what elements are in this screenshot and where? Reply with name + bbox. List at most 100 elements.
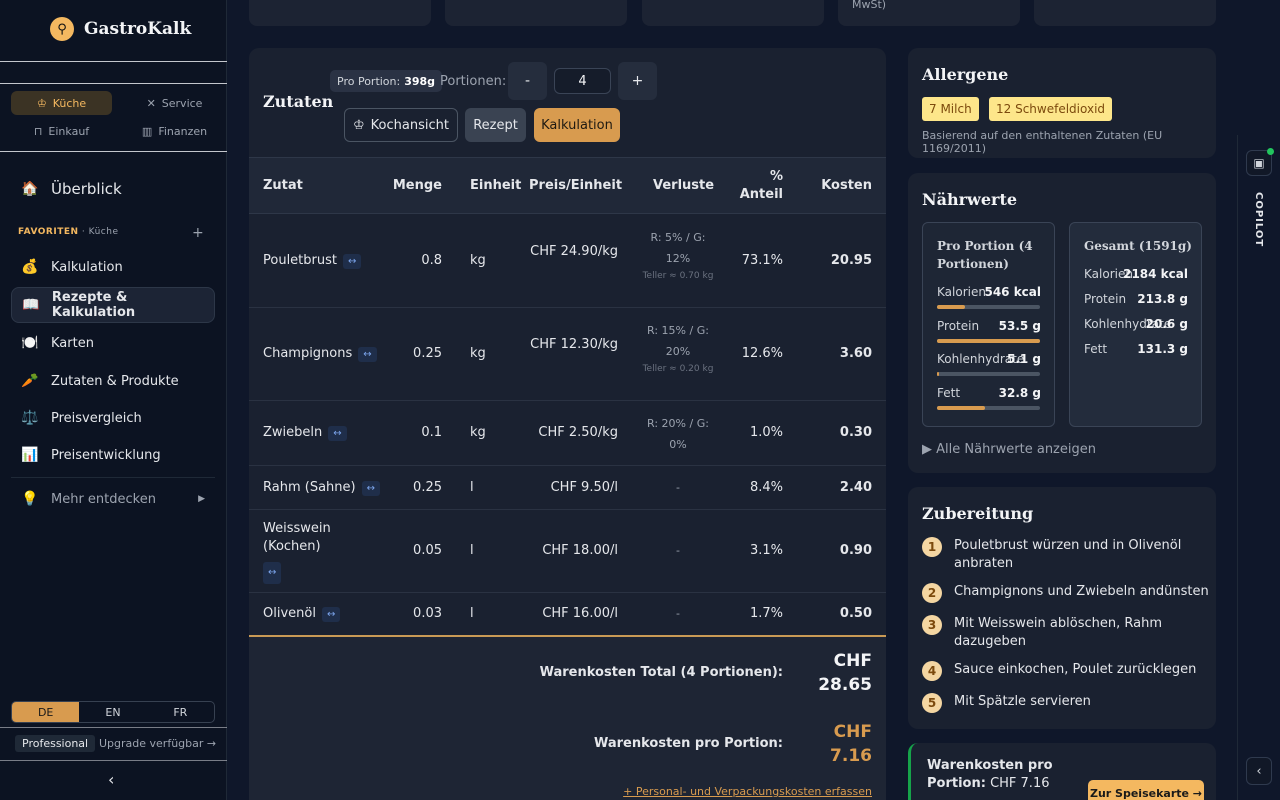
nutrient-label: Fett bbox=[1084, 342, 1108, 356]
per-portion-title: Pro Portion (4 Portionen) bbox=[937, 239, 1033, 271]
swap-icon[interactable]: ↔ bbox=[321, 607, 341, 622]
prep-step: 3 Mit Weisswein ablöschen, Rahm dazugeben bbox=[922, 615, 1212, 651]
scale-icon: ⚖️ bbox=[21, 410, 39, 426]
book-icon: 📖 bbox=[22, 297, 40, 313]
decrease-portions-button[interactable]: - bbox=[508, 62, 547, 100]
ingredient-price: CHF 16.00/l bbox=[542, 606, 618, 621]
ingredient-name[interactable]: Weisswein (Kochen) ↔ bbox=[263, 520, 343, 584]
summary-card bbox=[445, 0, 627, 26]
nav-preisentwicklung[interactable]: 📊 Preisentwicklung bbox=[11, 437, 215, 473]
utensils-icon: ✕ bbox=[146, 96, 156, 110]
cart-icon: ⊓ bbox=[33, 124, 43, 138]
ingredient-price: CHF 18.00/l bbox=[542, 543, 618, 558]
copilot-label[interactable]: COPILOT bbox=[1253, 192, 1264, 247]
to-menu-button[interactable]: Zur Speisekarte → bbox=[1088, 780, 1204, 800]
divider bbox=[0, 83, 227, 84]
nav-more[interactable]: 💡 Mehr entdecken ▶ bbox=[11, 481, 215, 517]
view-calculation-button[interactable]: Kalkulation bbox=[534, 108, 620, 142]
mode-service[interactable]: ✕ Service bbox=[124, 91, 225, 115]
ingredient-qty[interactable]: 0.03 bbox=[389, 606, 442, 621]
mode-finanzen[interactable]: ▥ Finanzen bbox=[124, 119, 225, 143]
increase-portions-button[interactable]: + bbox=[618, 62, 657, 100]
upgrade-link[interactable]: Upgrade verfügbar → bbox=[99, 737, 216, 750]
nutrition-per-portion: Pro Portion (4 Portionen) Kalorien 546 k… bbox=[922, 222, 1055, 427]
nav-preisvergleich[interactable]: ⚖️ Preisvergleich bbox=[11, 400, 215, 436]
chef-hat-icon: ♔ bbox=[353, 117, 365, 133]
ingredient-share: 8.4% bbox=[749, 480, 783, 495]
ingredient-loss[interactable]: - bbox=[638, 540, 718, 561]
nutrient-value: 32.8 g bbox=[998, 386, 1041, 400]
total-title: Gesamt (1591g) bbox=[1084, 239, 1192, 253]
totals-section: Warenkosten Total (4 Portionen): CHF 28.6… bbox=[249, 635, 886, 800]
ingredient-qty[interactable]: 0.25 bbox=[389, 346, 442, 361]
swap-icon[interactable]: ↔ bbox=[361, 481, 380, 496]
chevron-left-icon[interactable]: ‹ bbox=[1246, 757, 1272, 785]
swap-icon[interactable]: ↔ bbox=[328, 426, 347, 441]
nutrition-title: Nährwerte bbox=[922, 190, 1018, 209]
chart-icon: 📊 bbox=[21, 447, 39, 463]
ingredient-share: 73.1% bbox=[741, 253, 783, 268]
col-preis[interactable]: Preis/Einheit bbox=[529, 178, 622, 193]
plate-icon: 🍽️ bbox=[21, 335, 39, 351]
lightbulb-icon: 💡 bbox=[21, 491, 39, 507]
portions-label: Portionen: bbox=[440, 74, 507, 89]
allergens-title: Allergene bbox=[922, 65, 1009, 84]
show-all-nutrients-toggle[interactable]: ▶ Alle Nährwerte anzeigen bbox=[922, 442, 1096, 457]
copilot-divider bbox=[1237, 135, 1238, 800]
col-verluste[interactable]: Verluste bbox=[653, 178, 714, 193]
favorites-heading: FAVORITEN · Küche bbox=[18, 227, 119, 237]
ingredient-cost: 0.50 bbox=[839, 606, 872, 621]
nutrient-value: 131.3 g bbox=[1137, 342, 1188, 356]
col-anteil[interactable]: % Anteil bbox=[733, 168, 783, 204]
total-label: Warenkosten Total (4 Portionen): bbox=[539, 665, 783, 680]
swap-icon[interactable]: ↔ bbox=[342, 254, 362, 269]
app-logo[interactable]: ⚲ GastroKalk bbox=[50, 17, 191, 41]
chef-hat-icon: ♔ bbox=[36, 96, 47, 110]
mode-kueche[interactable]: ♔ Küche bbox=[11, 91, 112, 115]
portions-input[interactable]: 4 bbox=[554, 68, 611, 94]
ingredient-loss[interactable]: R: 20% / G: 0% bbox=[638, 413, 718, 455]
col-menge[interactable]: Menge bbox=[389, 178, 442, 193]
col-zutat[interactable]: Zutat bbox=[263, 178, 303, 193]
nav-overview[interactable]: 🏠 Überblick bbox=[11, 171, 215, 207]
nutrition-total: Gesamt (1591g) Kalorien 2184 kcal Protei… bbox=[1069, 222, 1202, 427]
col-einheit[interactable]: Einheit bbox=[470, 178, 521, 193]
prep-step: 2 Champignons und Zwiebeln andünsten bbox=[922, 583, 1212, 603]
collapse-sidebar-icon[interactable]: ‹ bbox=[108, 770, 114, 789]
view-recipe-button[interactable]: Rezept bbox=[465, 108, 526, 142]
divider bbox=[0, 61, 227, 62]
lang-fr[interactable]: FR bbox=[147, 702, 214, 722]
nav-karten[interactable]: 🍽️ Karten bbox=[11, 325, 215, 361]
ingredient-name[interactable]: Zwiebeln ↔ bbox=[263, 425, 347, 441]
swap-icon[interactable]: ↔ bbox=[263, 562, 282, 584]
ingredient-loss[interactable]: R: 15% / G: 20% Teller ≈ 0.20 kg bbox=[638, 320, 718, 376]
ingredient-qty[interactable]: 0.1 bbox=[389, 425, 442, 440]
ingredient-name[interactable]: Olivenöl ↔ bbox=[263, 606, 341, 622]
mode-einkauf[interactable]: ⊓ Einkauf bbox=[11, 119, 112, 143]
ingredient-unit: kg bbox=[470, 425, 486, 440]
lang-en[interactable]: EN bbox=[79, 702, 146, 722]
preparation-title: Zubereitung bbox=[922, 504, 1034, 523]
ingredient-loss[interactable]: R: 5% / G: 12% Teller ≈ 0.70 kg bbox=[638, 227, 718, 283]
view-cooking-button[interactable]: ♔ Kochansicht bbox=[344, 108, 458, 142]
nav-zutaten[interactable]: 🥕 Zutaten & Produkte bbox=[11, 363, 215, 399]
ingredient-loss[interactable]: - bbox=[638, 603, 718, 624]
col-kosten[interactable]: Kosten bbox=[809, 178, 872, 193]
summary-card bbox=[249, 0, 431, 26]
nav-kalkulation[interactable]: 💰 Kalkulation bbox=[11, 249, 215, 285]
lang-de[interactable]: DE bbox=[12, 702, 80, 722]
ingredient-qty[interactable]: 0.05 bbox=[389, 543, 442, 558]
ingredient-name[interactable]: Champignons ↔ bbox=[263, 346, 377, 362]
app-name: GastroKalk bbox=[84, 19, 192, 39]
ingredient-name[interactable]: Pouletbrust ↔ bbox=[263, 253, 362, 269]
swap-icon[interactable]: ↔ bbox=[358, 347, 377, 362]
add-costs-link[interactable]: + Personal- und Verpackungskosten erfass… bbox=[623, 785, 872, 798]
add-favorite-button[interactable]: + bbox=[192, 225, 204, 241]
ingredient-qty[interactable]: 0.8 bbox=[389, 253, 442, 268]
ingredient-loss[interactable]: - bbox=[638, 477, 718, 498]
ingredient-name[interactable]: Rahm (Sahne) ↔ bbox=[263, 480, 380, 496]
ingredient-unit: l bbox=[470, 606, 474, 621]
ingredient-qty[interactable]: 0.25 bbox=[389, 480, 442, 495]
nav-rezepte[interactable]: 📖 Rezepte & Kalkulation bbox=[11, 287, 215, 323]
allergens-card: Allergene 7 Milch 12 Schwefeldioxid Basi… bbox=[908, 48, 1216, 158]
